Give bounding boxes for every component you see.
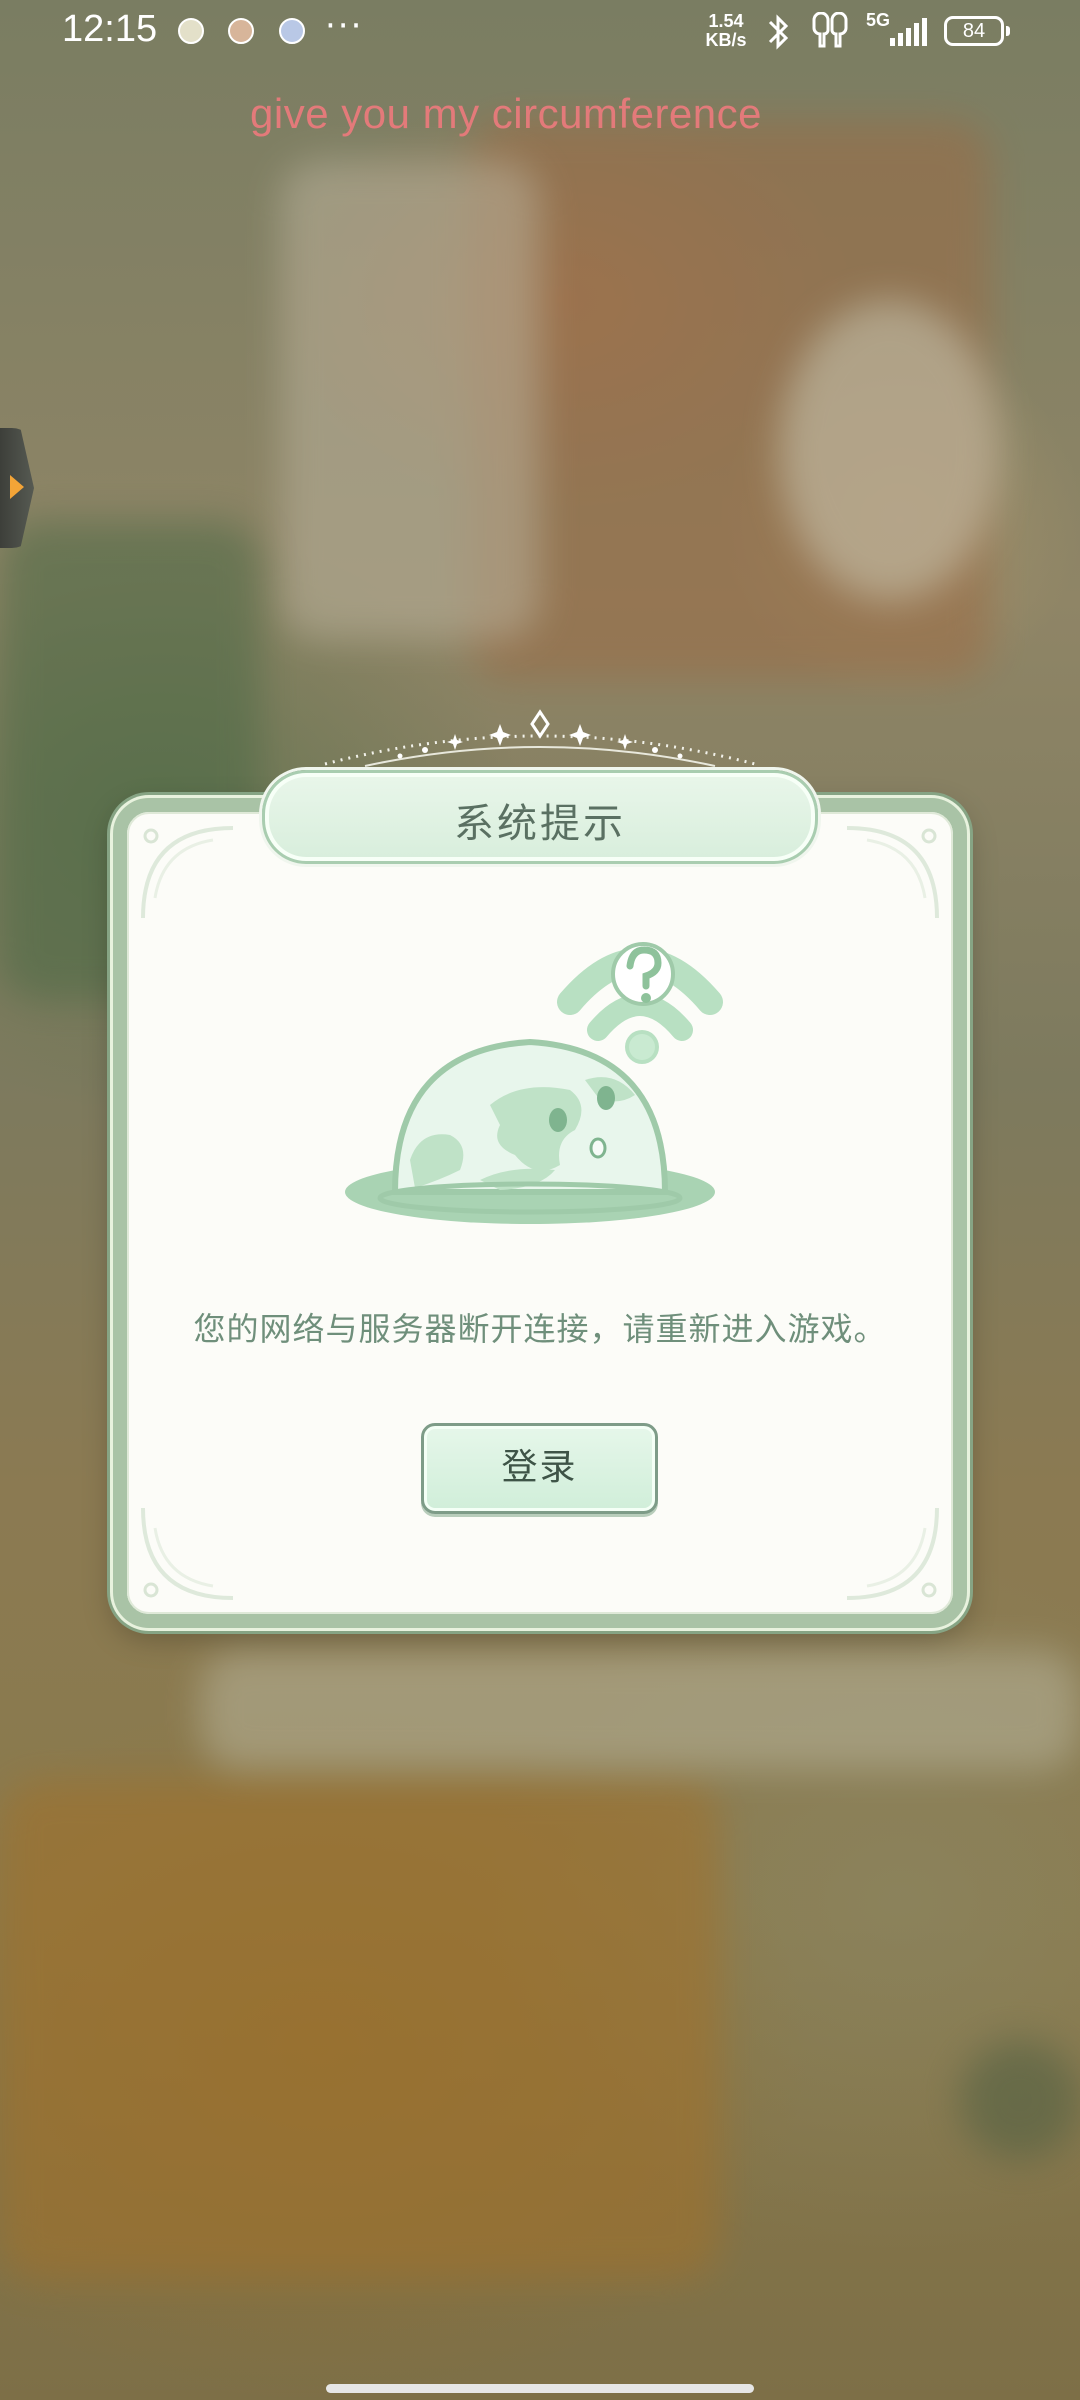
notification-app-icon: [178, 18, 204, 44]
dialog-message: 您的网络与服务器断开连接，请重新进入游戏。: [193, 1310, 887, 1348]
status-bar: 12:15 ··· 1.54 KB/s 5G 84: [0, 0, 1080, 64]
network-speed: 1.54 KB/s: [696, 12, 756, 50]
game-screen: 12:15 ··· 1.54 KB/s 5G 84 give you my ci…: [0, 0, 1080, 2400]
home-indicator[interactable]: [326, 2384, 754, 2393]
corner-ornament-icon: [846, 826, 939, 919]
background-fence: [200, 1650, 1080, 1770]
notification-app-icon: [279, 18, 305, 44]
signal-strength-icon: [890, 18, 927, 46]
battery-indicator: 84: [944, 16, 1010, 46]
sparkle-crown-ornament-icon: [324, 709, 756, 767]
earbuds-icon: [812, 12, 848, 48]
background-window: [780, 300, 1000, 600]
floating-lyric: give you my circumference: [250, 90, 763, 137]
background-wall: [280, 160, 540, 640]
bluetooth-icon: [768, 14, 789, 50]
dialog-title-plate: 系统提示: [262, 770, 818, 864]
network-speed-value: 1.54: [708, 11, 744, 31]
chevron-right-icon: [10, 475, 24, 499]
corner-ornament-icon: [846, 1507, 939, 1600]
dialog-title: 系统提示: [454, 801, 626, 847]
background-bush: [960, 2040, 1080, 2160]
clock: 12:15: [62, 8, 158, 50]
disconnected-globe-wifi-question-icon: [345, 942, 723, 1224]
notification-app-icon: [228, 18, 254, 44]
corner-ornament-icon: [141, 826, 234, 919]
corner-ornament-icon: [141, 1507, 234, 1600]
login-button[interactable]: 登录: [421, 1423, 658, 1514]
network-speed-unit: KB/s: [705, 30, 747, 50]
background-table: [0, 1780, 720, 2280]
more-notifications-icon: ···: [325, 6, 364, 46]
